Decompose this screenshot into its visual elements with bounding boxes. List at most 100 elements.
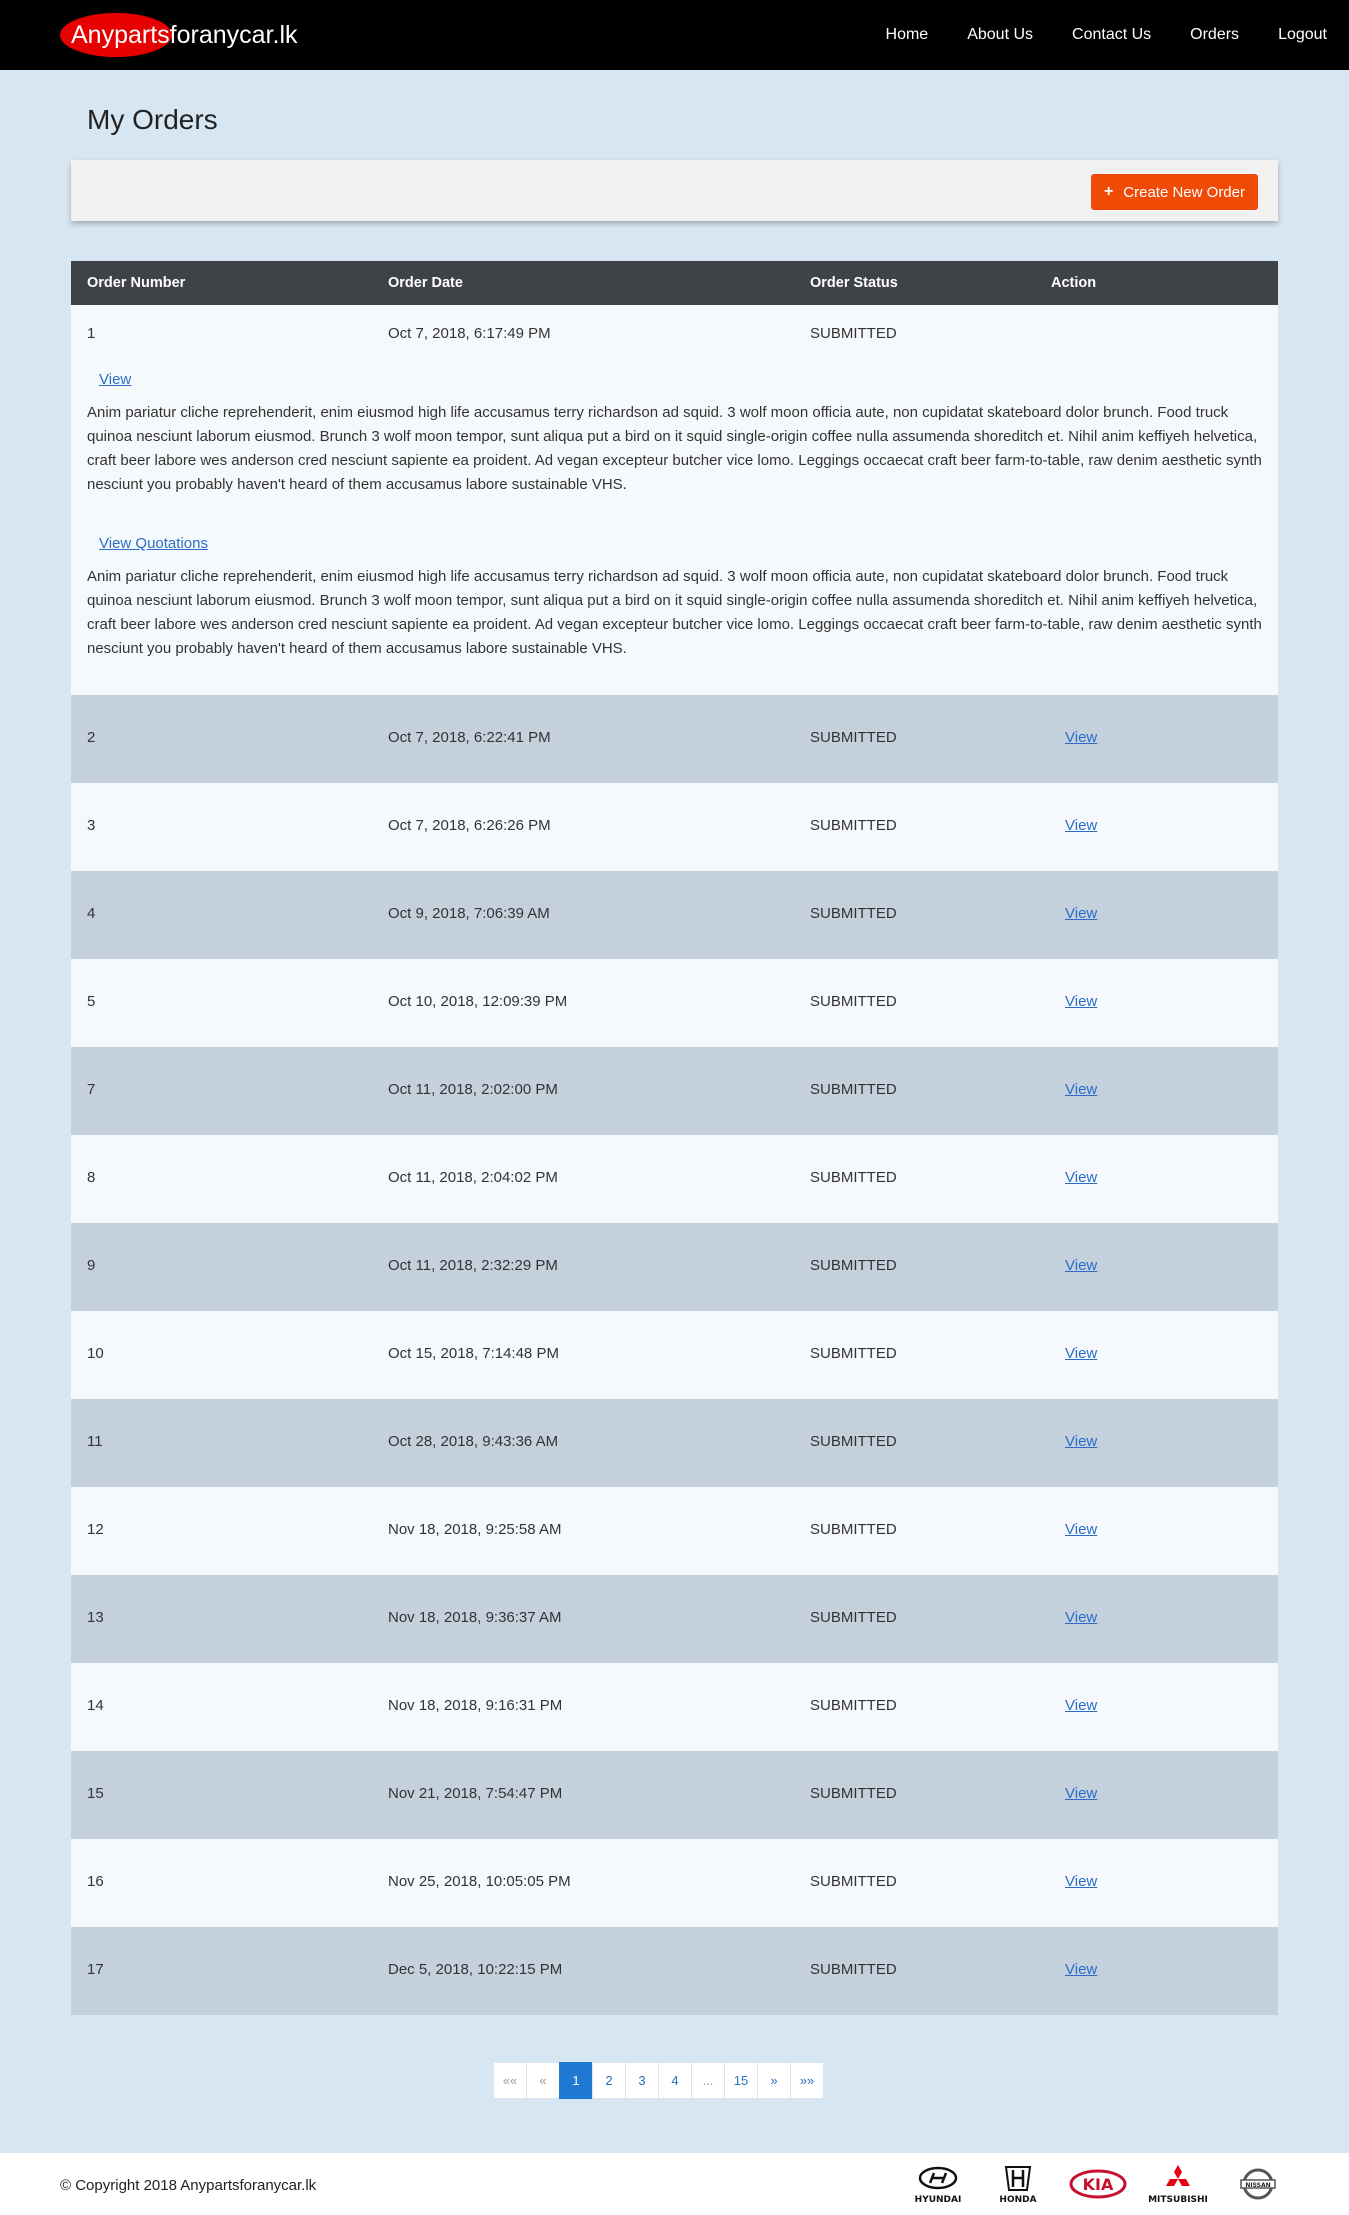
quotations-text: Anim pariatur cliche reprehenderit, enim… [87, 568, 1262, 657]
view-order-link[interactable]: View [1065, 1521, 1097, 1538]
view-order-link[interactable]: View [1065, 1873, 1097, 1890]
nav-home[interactable]: Home [886, 26, 929, 44]
order-date: Oct 28, 2018, 9:43:36 AM [388, 1433, 559, 1450]
brand-logo[interactable]: Anypartsforanycar.lk [60, 13, 308, 57]
order-number: 16 [87, 1873, 104, 1890]
page-link[interactable]: 3 [625, 2062, 659, 2099]
view-order-link[interactable]: View [1065, 1785, 1097, 1802]
order-number: 1 [87, 325, 96, 342]
order-status: SUBMITTED [810, 1257, 897, 1274]
page-link[interactable]: « [526, 2062, 560, 2099]
table-row: 8 Oct 11, 2018, 2:04:02 PM SUBMITTED View [71, 1135, 1278, 1223]
order-number: 10 [87, 1345, 104, 1362]
table-row: 17 Dec 5, 2018, 10:22:15 PM SUBMITTED View [71, 1927, 1278, 2015]
order-number: 13 [87, 1609, 104, 1626]
page-link[interactable]: » [757, 2062, 791, 2099]
order-status: SUBMITTED [810, 1697, 897, 1714]
expanded-order-row: 1 Oct 7, 2018, 6:17:49 PM SUBMITTED View… [71, 305, 1278, 695]
view-order-link[interactable]: View [1065, 1433, 1097, 1450]
brand-logos: HYUNDAI HONDA KIA MITSUBISHI NISSAN [907, 2157, 1289, 2211]
column-header-order-number: Order Number [87, 275, 186, 291]
table-row: 10 Oct 15, 2018, 7:14:48 PM SUBMITTED View [71, 1311, 1278, 1399]
order-date: Oct 9, 2018, 7:06:39 AM [388, 905, 550, 922]
order-number: 7 [87, 1081, 96, 1098]
order-status: SUBMITTED [810, 1521, 897, 1538]
order-date: Oct 11, 2018, 2:32:29 PM [388, 1257, 558, 1274]
view-order-link[interactable]: View [1065, 1345, 1097, 1362]
table-row: 16 Nov 25, 2018, 10:05:05 PM SUBMITTED View [71, 1839, 1278, 1927]
view-order-link[interactable]: View [1065, 729, 1097, 746]
view-quotations-link[interactable]: View Quotations [99, 535, 208, 552]
order-status: SUBMITTED [810, 1609, 897, 1626]
order-date: Oct 7, 2018, 6:22:41 PM [388, 729, 551, 746]
order-date: Nov 25, 2018, 10:05:05 PM [388, 1873, 571, 1890]
nav-contact-us[interactable]: Contact Us [1072, 26, 1151, 44]
table-row: 9 Oct 11, 2018, 2:32:29 PM SUBMITTED View [71, 1223, 1278, 1311]
view-order-link[interactable]: View [1065, 905, 1097, 922]
order-number: 9 [87, 1257, 96, 1274]
page-link[interactable]: 4 [658, 2062, 692, 2099]
view-order-link[interactable]: View [1065, 1609, 1097, 1626]
page-link[interactable]: 1 [559, 2062, 593, 2099]
honda-logo-icon: HONDA [987, 2159, 1049, 2209]
view-order-link[interactable]: View [1065, 1961, 1097, 1978]
view-order-link[interactable]: View [1065, 1697, 1097, 1714]
order-status: SUBMITTED [810, 905, 897, 922]
table-row: 15 Nov 21, 2018, 7:54:47 PM SUBMITTED View [71, 1751, 1278, 1839]
order-date: Nov 21, 2018, 7:54:47 PM [388, 1785, 563, 1802]
kia-logo-icon: KIA [1067, 2159, 1129, 2209]
order-number: 14 [87, 1697, 104, 1714]
footer: © Copyright 2018 Anypartsforanycar.lk HY… [0, 2153, 1349, 2215]
view-order-link[interactable]: View [99, 371, 131, 388]
column-header-order-status: Order Status [810, 275, 898, 291]
order-number: 12 [87, 1521, 104, 1538]
page-link[interactable]: »» [790, 2062, 824, 2099]
brand-oval: Anypartsforanycar.lk [60, 13, 308, 57]
nissan-logo-icon: NISSAN [1227, 2159, 1289, 2209]
order-date: Oct 7, 2018, 6:26:26 PM [388, 817, 551, 834]
column-header-action: Action [1051, 275, 1097, 291]
mitsubishi-word: MITSUBISHI [1148, 2195, 1208, 2205]
page-link[interactable]: 15 [724, 2062, 758, 2099]
order-date: Nov 18, 2018, 9:36:37 AM [388, 1609, 562, 1626]
view-order-link[interactable]: View [1065, 993, 1097, 1010]
order-date: Dec 5, 2018, 10:22:15 PM [388, 1961, 563, 1978]
plus-icon: + [1103, 183, 1114, 200]
table-row: 3 Oct 7, 2018, 6:26:26 PM SUBMITTED View [71, 783, 1278, 871]
order-status: SUBMITTED [810, 993, 897, 1010]
nav-orders[interactable]: Orders [1190, 26, 1239, 44]
order-number: 15 [87, 1785, 104, 1802]
view-order-link[interactable]: View [1065, 1257, 1097, 1274]
view-order-link[interactable]: View [1065, 1169, 1097, 1186]
order-status: SUBMITTED [810, 817, 897, 834]
svg-text:KIA: KIA [1083, 2175, 1114, 2194]
order-status: SUBMITTED [810, 1345, 897, 1362]
order-number: 4 [87, 905, 96, 922]
hyundai-word: HYUNDAI [914, 2195, 962, 2205]
table-row: 13 Nov 18, 2018, 9:36:37 AM SUBMITTED View [71, 1575, 1278, 1663]
page-link[interactable]: 2 [592, 2062, 626, 2099]
mitsubishi-logo-icon: MITSUBISHI [1147, 2159, 1209, 2209]
create-new-order-button[interactable]: + Create New Order [1090, 174, 1258, 210]
order-date: Oct 7, 2018, 6:17:49 PM [388, 325, 551, 342]
order-date: Oct 11, 2018, 2:02:00 PM [388, 1081, 558, 1098]
column-header-order-date: Order Date [388, 275, 463, 291]
table-row: 2 Oct 7, 2018, 6:22:41 PM SUBMITTED View [71, 695, 1278, 783]
order-date: Nov 18, 2018, 9:25:58 AM [388, 1521, 562, 1538]
honda-word: HONDA [999, 2195, 1037, 2205]
order-number: 8 [87, 1169, 96, 1186]
order-status: SUBMITTED [810, 1873, 897, 1890]
order-number: 11 [87, 1433, 103, 1450]
table-row: 7 Oct 11, 2018, 2:02:00 PM SUBMITTED View [71, 1047, 1278, 1135]
page-link[interactable]: «« [493, 2062, 527, 2099]
view-order-link[interactable]: View [1065, 1081, 1097, 1098]
view-order-link[interactable]: View [1065, 817, 1097, 834]
svg-text:NISSAN: NISSAN [1245, 2182, 1270, 2189]
order-number: 3 [87, 817, 96, 834]
nav-logout[interactable]: Logout [1278, 26, 1327, 44]
nav-about-us[interactable]: About Us [967, 26, 1033, 44]
orders-table: Order Number Order Date Order Status Act… [71, 261, 1278, 2015]
top-navbar: Anypartsforanycar.lk Home About Us Conta… [0, 0, 1349, 70]
table-row: 12 Nov 18, 2018, 9:25:58 AM SUBMITTED View [71, 1487, 1278, 1575]
table-row: 11 Oct 28, 2018, 9:43:36 AM SUBMITTED View [71, 1399, 1278, 1487]
